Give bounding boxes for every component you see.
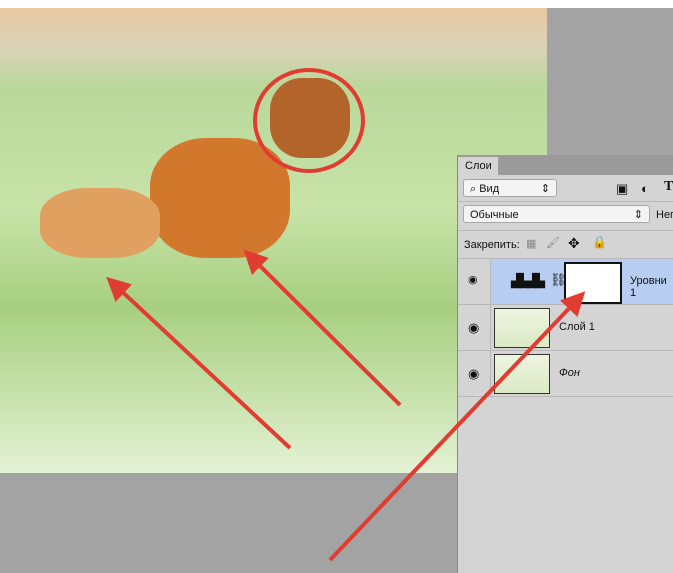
arrow [328,291,586,562]
arrow [243,249,402,407]
arrow [106,276,292,450]
annotation-arrows [106,249,586,562]
